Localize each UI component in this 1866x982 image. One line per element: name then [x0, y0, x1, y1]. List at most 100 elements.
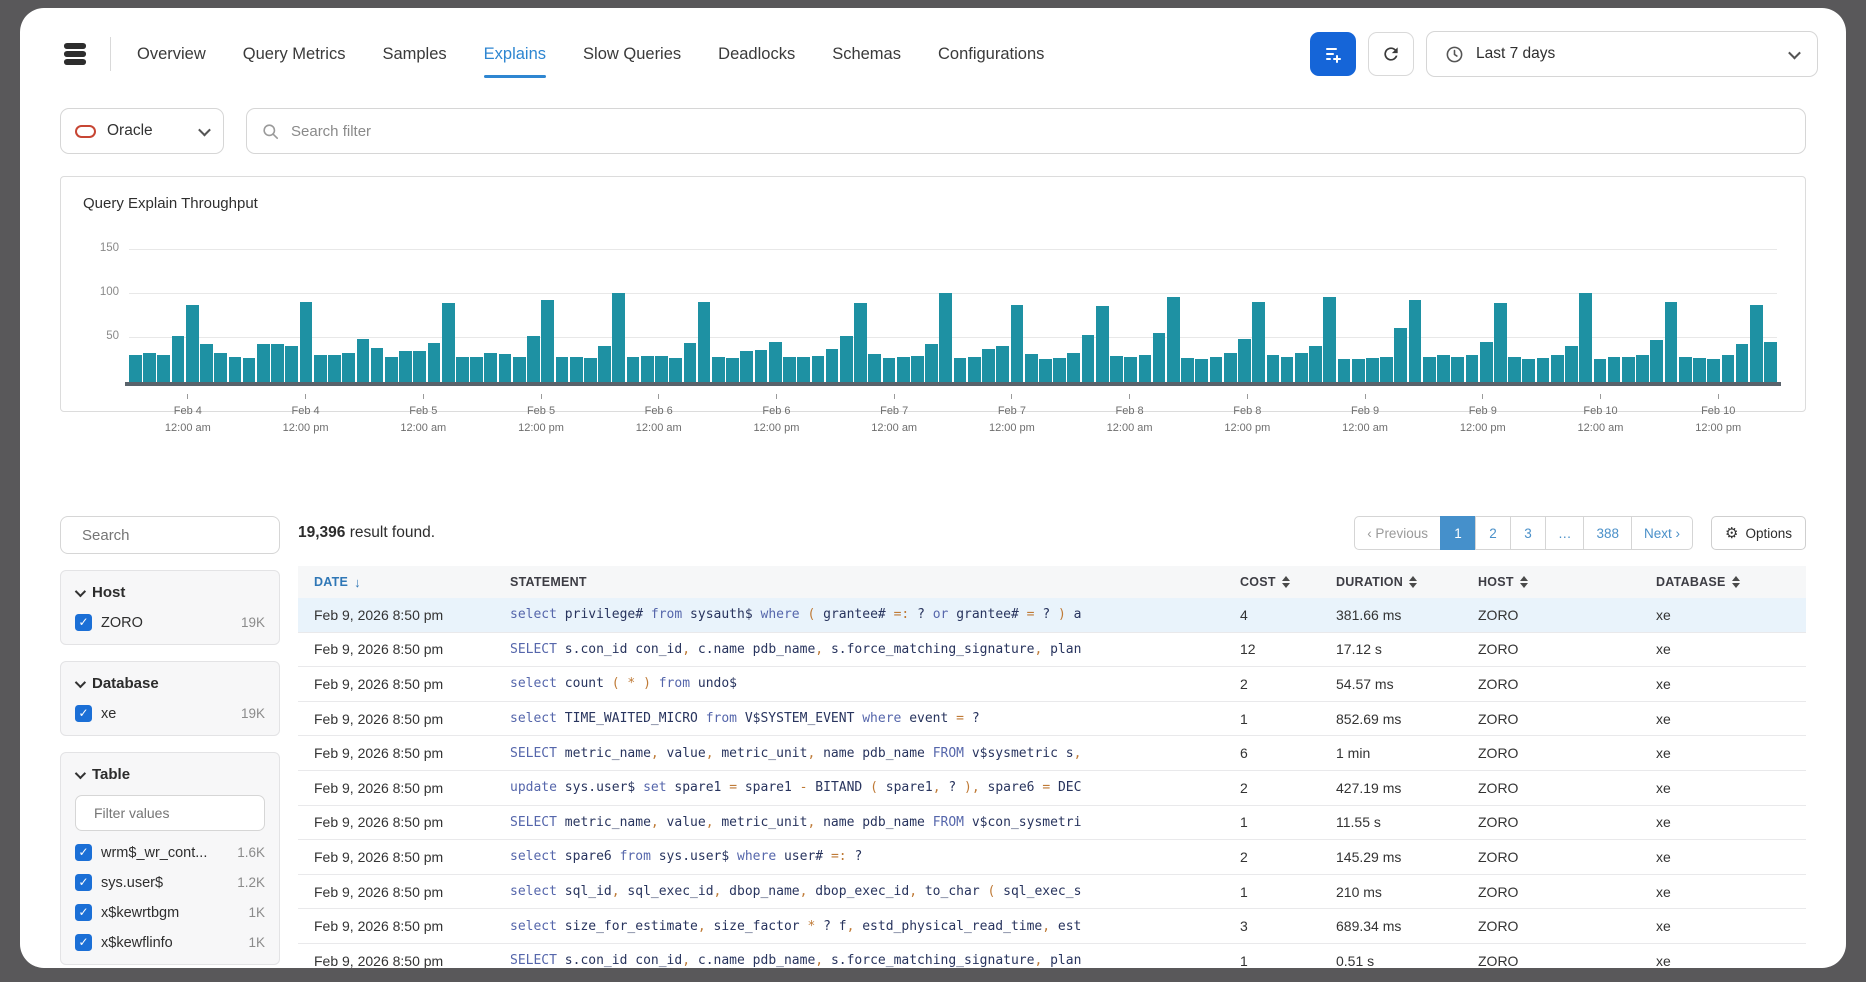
chart-bar — [1139, 355, 1152, 382]
filter-section-table: Table✓wrm$_wr_cont...1.6K✓sys.user$1.2K✓… — [60, 752, 280, 965]
tab-query-metrics[interactable]: Query Metrics — [243, 35, 346, 74]
chart-bar — [1394, 328, 1407, 382]
filter-section-header-table[interactable]: Table — [75, 766, 265, 783]
x-tick-label: Feb 912:00 am — [1306, 394, 1424, 436]
chart-bar — [371, 348, 384, 382]
tab-configurations[interactable]: Configurations — [938, 35, 1044, 74]
sort-icon — [1282, 576, 1290, 588]
sort-icon — [1732, 576, 1740, 588]
sort-up-arrow — [1520, 576, 1528, 581]
x-tick-time: 12:00 pm — [1424, 420, 1542, 437]
table-row[interactable]: Feb 9, 2026 8:50 pmselect size_for_estim… — [298, 909, 1806, 944]
chart-bar — [1067, 353, 1080, 382]
search-icon — [261, 122, 280, 141]
tab-deadlocks[interactable]: Deadlocks — [718, 35, 795, 74]
table-row[interactable]: Feb 9, 2026 8:50 pmselect sql_id, sql_ex… — [298, 875, 1806, 910]
chart-bar — [1409, 300, 1422, 382]
tab-schemas[interactable]: Schemas — [832, 35, 901, 74]
chart-bar — [1537, 358, 1550, 382]
chart-bar — [1665, 302, 1678, 382]
chart-bar — [513, 357, 526, 382]
x-tick-date: Feb 5 — [364, 403, 482, 420]
chart-bar — [1565, 346, 1578, 382]
search-filter-input[interactable] — [291, 123, 1791, 140]
table-row[interactable]: Feb 9, 2026 8:50 pmselect TIME_WAITED_MI… — [298, 702, 1806, 737]
filter-section-header-host[interactable]: Host — [75, 584, 265, 601]
cell-host: ZORO — [1478, 953, 1656, 968]
cell-date: Feb 9, 2026 8:50 pm — [298, 884, 510, 900]
table-row[interactable]: Feb 9, 2026 8:50 pmselect spare6 from sy… — [298, 840, 1806, 875]
column-header-duration[interactable]: DURATION — [1336, 575, 1478, 589]
table-row[interactable]: Feb 9, 2026 8:50 pmSELECT metric_name, v… — [298, 806, 1806, 841]
filter-item: ✓ZORO19K — [75, 614, 265, 631]
x-tick-date: Feb 7 — [953, 403, 1071, 420]
table-filter-input[interactable] — [94, 805, 275, 821]
page-button-3[interactable]: 3 — [1510, 516, 1546, 550]
column-label: DATABASE — [1656, 575, 1726, 589]
table-row[interactable]: Feb 9, 2026 8:50 pmSELECT s.con_id con_i… — [298, 633, 1806, 668]
column-header-statement[interactable]: STATEMENT — [510, 575, 1240, 589]
page-button-2[interactable]: 2 — [1475, 516, 1511, 550]
column-header-date[interactable]: DATE↓ — [298, 575, 510, 590]
database-type-select[interactable]: Oracle — [60, 108, 224, 154]
cell-date: Feb 9, 2026 8:50 pm — [298, 780, 510, 796]
tab-samples[interactable]: Samples — [382, 35, 446, 74]
gear-icon: ⚙ — [1725, 524, 1738, 542]
x-tick-label: Feb 612:00 am — [600, 394, 718, 436]
chevron-down-icon — [198, 123, 211, 136]
cell-database: xe — [1656, 641, 1806, 657]
chart-bar — [698, 302, 711, 382]
table-row[interactable]: Feb 9, 2026 8:50 pmSELECT metric_name, v… — [298, 736, 1806, 771]
column-header-host[interactable]: HOST — [1478, 575, 1656, 589]
chart-bar — [428, 343, 441, 382]
checkbox-checked[interactable]: ✓ — [75, 705, 92, 722]
column-header-cost[interactable]: COST — [1240, 575, 1336, 589]
filter-item-label: x$kewflinfo — [101, 935, 173, 951]
chart-bar — [1181, 358, 1194, 382]
checkbox-checked[interactable]: ✓ — [75, 934, 92, 951]
chevron-down-icon — [75, 767, 86, 778]
filter-section-header-database[interactable]: Database — [75, 675, 265, 692]
tab-explains[interactable]: Explains — [484, 35, 546, 74]
chart-bar — [1437, 355, 1450, 382]
chart-bar — [342, 353, 355, 382]
cell-host: ZORO — [1478, 849, 1656, 865]
previous-page-button[interactable]: ‹ Previous — [1354, 516, 1441, 550]
page-button-388[interactable]: 388 — [1583, 516, 1632, 550]
time-range-select[interactable]: Last 7 days — [1426, 31, 1818, 77]
x-tick-time: 12:00 pm — [1188, 420, 1306, 437]
cell-date: Feb 9, 2026 8:50 pm — [298, 745, 510, 761]
refresh-button[interactable] — [1368, 32, 1414, 76]
x-tick-date: Feb 5 — [482, 403, 600, 420]
filter-item-count: 19K — [241, 706, 265, 721]
x-tick-time: 12:00 pm — [247, 420, 365, 437]
tab-slow-queries[interactable]: Slow Queries — [583, 35, 681, 74]
checkbox-checked[interactable]: ✓ — [75, 874, 92, 891]
column-header-database[interactable]: DATABASE — [1656, 575, 1806, 589]
sidebar-search-input[interactable] — [82, 527, 281, 544]
chart-bar — [1124, 357, 1137, 382]
filter-item: ✓x$kewflinfo1K — [75, 934, 265, 951]
cell-date: Feb 9, 2026 8:50 pm — [298, 814, 510, 830]
add-filter-button[interactable] — [1310, 32, 1356, 76]
chart-bar — [840, 336, 853, 382]
table-row[interactable]: Feb 9, 2026 8:50 pmSELECT s.con_id con_i… — [298, 944, 1806, 968]
table-row[interactable]: Feb 9, 2026 8:50 pmselect privilege# fro… — [298, 598, 1806, 633]
cell-cost: 2 — [1240, 780, 1336, 796]
chart-bar — [1380, 357, 1393, 382]
chart-bar — [1295, 353, 1308, 382]
checkbox-checked[interactable]: ✓ — [75, 844, 92, 861]
options-button[interactable]: ⚙ Options — [1711, 516, 1806, 550]
chart-bar — [797, 357, 810, 382]
cell-database: xe — [1656, 884, 1806, 900]
chart-bar — [1267, 355, 1280, 382]
chart-bar — [214, 353, 227, 382]
table-row[interactable]: Feb 9, 2026 8:50 pmselect count ( * ) fr… — [298, 667, 1806, 702]
checkbox-checked[interactable]: ✓ — [75, 904, 92, 921]
checkbox-checked[interactable]: ✓ — [75, 614, 92, 631]
cell-database: xe — [1656, 953, 1806, 968]
tab-overview[interactable]: Overview — [137, 35, 206, 74]
next-page-button[interactable]: Next › — [1631, 516, 1693, 550]
page-button-1[interactable]: 1 — [1440, 516, 1476, 550]
table-row[interactable]: Feb 9, 2026 8:50 pmupdate sys.user$ set … — [298, 771, 1806, 806]
